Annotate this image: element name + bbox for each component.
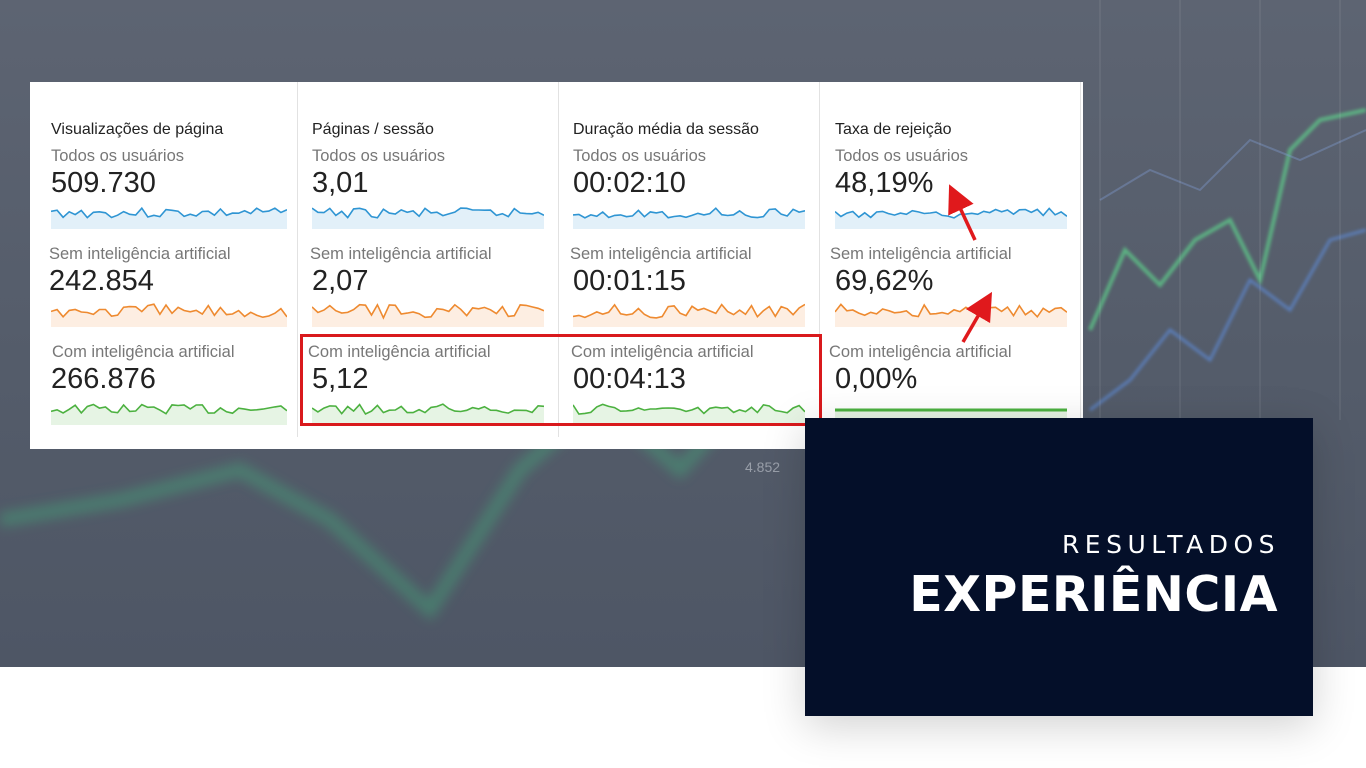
sparkline bbox=[51, 403, 287, 425]
metric-title: Páginas / sessão bbox=[312, 121, 434, 138]
segment-value: 509.730 bbox=[51, 167, 156, 199]
segment-value: 48,19% bbox=[835, 167, 934, 199]
segment-value: 00:02:10 bbox=[573, 167, 686, 199]
segment-value: 3,01 bbox=[312, 167, 369, 199]
segment-value: 69,62% bbox=[835, 265, 934, 297]
segment-label: Com inteligência artificial bbox=[52, 343, 235, 361]
sparkline bbox=[312, 303, 544, 327]
segment-value: 2,07 bbox=[312, 265, 369, 297]
card-title: EXPERIÊNCIA bbox=[909, 566, 1278, 623]
highlight-box bbox=[300, 334, 822, 426]
sparkline-area bbox=[573, 208, 805, 229]
segment-value: 0,00% bbox=[835, 363, 918, 395]
segment-label: Todos os usuários bbox=[312, 147, 445, 165]
sparkline bbox=[51, 303, 287, 327]
column-divider bbox=[297, 82, 298, 437]
sparkline bbox=[573, 303, 805, 327]
segment-label: Todos os usuários bbox=[51, 147, 184, 165]
segment-label: Sem inteligência artificial bbox=[49, 245, 231, 263]
segment-label: Todos os usuários bbox=[573, 147, 706, 165]
segment-label: Com inteligência artificial bbox=[829, 343, 1012, 361]
sparkline bbox=[312, 207, 544, 229]
segment-value: 266.876 bbox=[51, 363, 156, 395]
segment-label: Sem inteligência artificial bbox=[310, 245, 492, 263]
sparkline-area bbox=[51, 208, 287, 229]
metric-title: Visualizações de página bbox=[51, 121, 224, 138]
metric-title: Taxa de rejeição bbox=[835, 121, 952, 138]
segment-value: 00:01:15 bbox=[573, 265, 686, 297]
sparkline bbox=[835, 207, 1067, 229]
metric-title: Duração média da sessão bbox=[573, 121, 759, 138]
sparkline-area bbox=[835, 304, 1067, 327]
column-divider bbox=[1080, 82, 1081, 437]
segment-label: Sem inteligência artificial bbox=[830, 245, 1012, 263]
metric-bounce-rate: Taxa de rejeição Todos os usuários 48,19… bbox=[829, 82, 1075, 449]
segment-label: Todos os usuários bbox=[835, 147, 968, 165]
sparkline bbox=[835, 303, 1067, 327]
background-number: 4.852 bbox=[745, 459, 780, 475]
metric-pageviews: Visualizações de página Todos os usuário… bbox=[49, 82, 291, 449]
segment-value: 242.854 bbox=[49, 265, 154, 297]
card-subtitle: RESULTADOS bbox=[1061, 530, 1280, 559]
sparkline bbox=[51, 206, 287, 229]
sparkline bbox=[573, 207, 805, 229]
sparkline-area bbox=[51, 304, 287, 327]
segment-label: Sem inteligência artificial bbox=[570, 245, 752, 263]
title-card: RESULTADOS EXPERIÊNCIA bbox=[805, 418, 1313, 716]
